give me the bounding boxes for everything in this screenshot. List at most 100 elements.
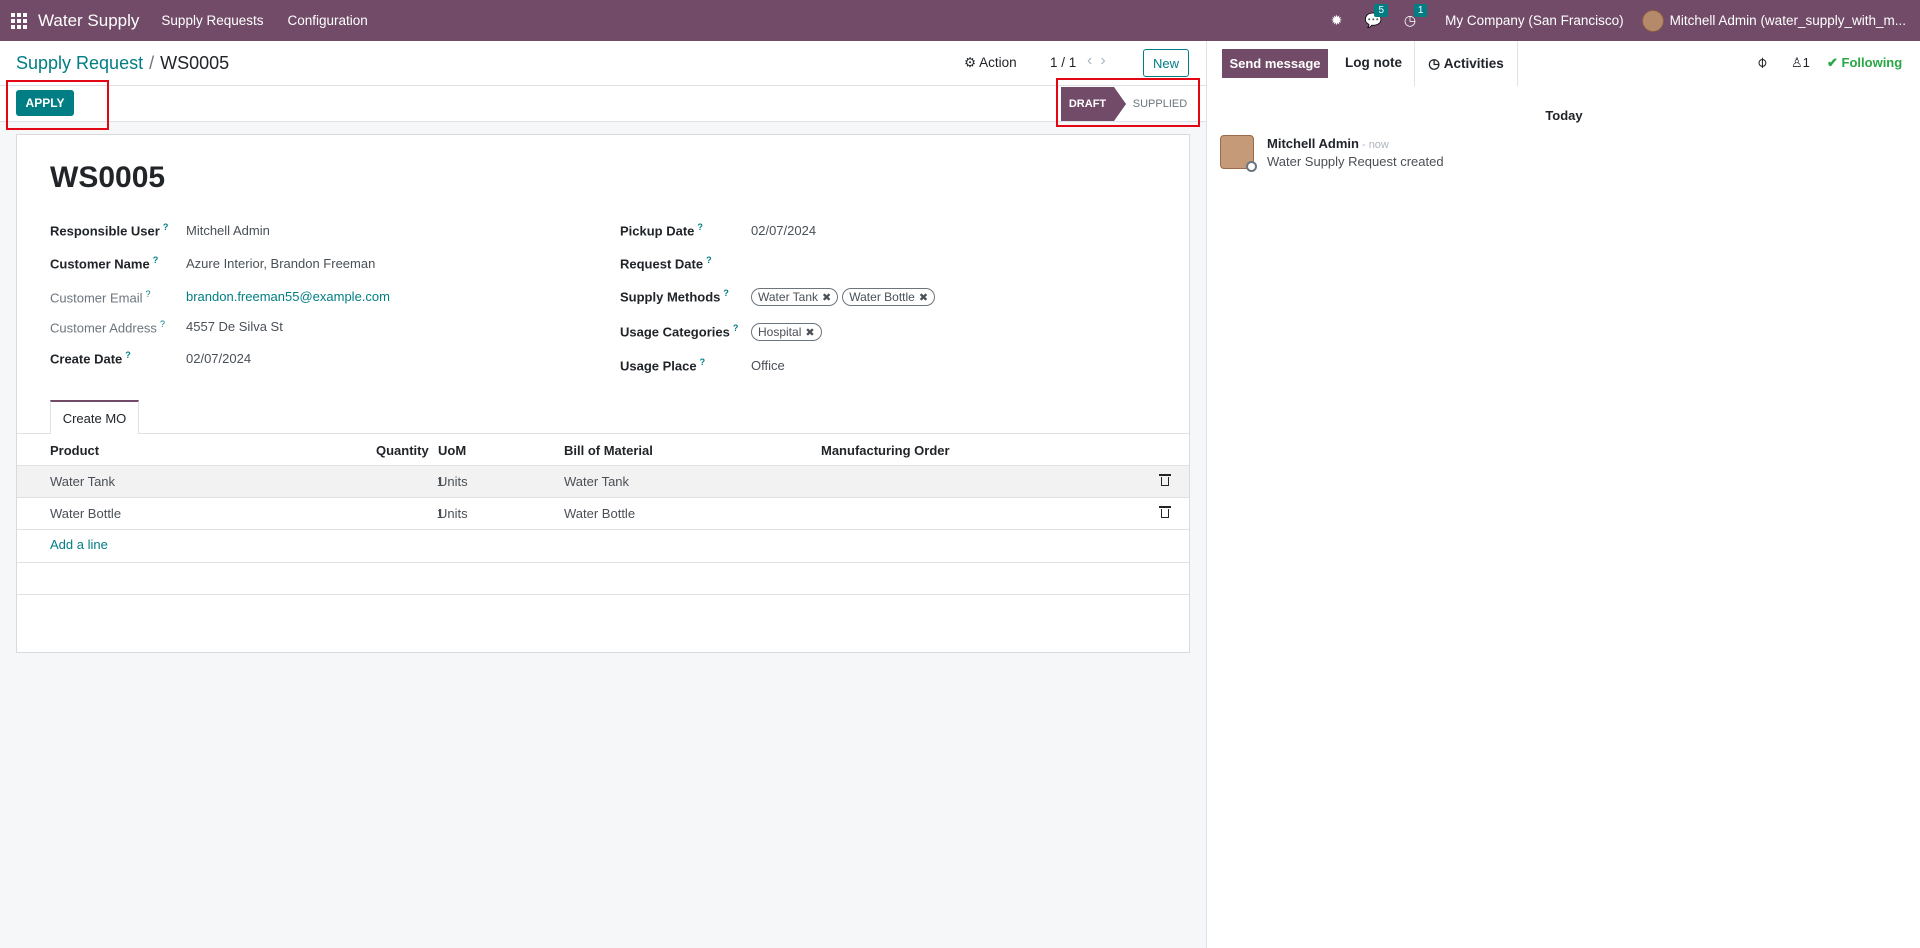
control-panel: Supply Request / WS0005 ⚙ Action 1 / 1 ‹› … — [0, 41, 1206, 86]
label-customer-name: Customer Name? — [50, 255, 159, 272]
field-usage-place[interactable]: Office — [751, 358, 785, 373]
help-icon[interactable]: ? — [160, 319, 165, 329]
label-create-date: Create Date? — [50, 350, 131, 367]
cell-bom: Water Bottle — [564, 506, 636, 521]
status-bar: APPLY — [0, 86, 1206, 122]
breadcrumb: Supply Request / WS0005 — [16, 53, 229, 74]
help-icon[interactable]: ? — [153, 255, 159, 265]
status-dot-icon — [1246, 161, 1257, 172]
help-icon[interactable]: ? — [723, 288, 729, 298]
highlight-box-stages — [1056, 78, 1200, 127]
app-name[interactable]: Water Supply — [38, 11, 139, 31]
apps-menu-icon[interactable] — [0, 0, 38, 41]
trash-icon[interactable] — [1159, 506, 1171, 518]
pager-arrows: ‹› — [1087, 52, 1114, 70]
help-icon[interactable]: ? — [163, 222, 169, 232]
table-row-empty — [17, 562, 1189, 595]
cell-product: Water Bottle — [50, 506, 122, 521]
trash-icon[interactable] — [1159, 474, 1171, 486]
help-icon[interactable]: ? — [700, 357, 706, 367]
field-customer-address[interactable]: 4557 De Silva St — [186, 319, 283, 334]
column-manufacturing-order[interactable]: Manufacturing Order — [821, 443, 950, 458]
breadcrumb-separator: / — [149, 52, 155, 73]
column-bill-of-material[interactable]: Bill of Material — [564, 443, 653, 458]
avatar — [1641, 9, 1664, 32]
user-icon: ♙ — [1791, 55, 1803, 70]
followers-button[interactable]: ♙1 — [1791, 55, 1810, 71]
debug-bug-icon[interactable]: ✹ — [1331, 12, 1343, 29]
help-icon[interactable]: ? — [706, 255, 712, 265]
table-row[interactable]: Water Bottle 1 Units Water Bottle — [17, 497, 1189, 529]
chevron-right-icon[interactable]: › — [1100, 52, 1113, 69]
tab-create-mo[interactable]: Create MO — [50, 400, 139, 434]
remove-tag-icon[interactable]: ✖ — [919, 291, 928, 304]
new-button[interactable]: New — [1143, 49, 1189, 77]
label-pickup-date: Pickup Date? — [620, 222, 703, 239]
tab-divider — [17, 433, 1189, 434]
field-supply-methods[interactable]: Water Tank ✖ Water Bottle ✖ — [751, 288, 939, 306]
user-menu[interactable]: Mitchell Admin (water_supply_with_m... — [1641, 9, 1906, 32]
field-responsible-user[interactable]: Mitchell Admin — [186, 223, 270, 238]
help-icon[interactable]: ? — [733, 323, 739, 333]
following-button[interactable]: ✔ Following — [1827, 55, 1902, 71]
chevron-left-icon[interactable]: ‹ — [1087, 52, 1100, 69]
cell-uom: Units — [438, 474, 468, 489]
pager-value[interactable]: 1 / 1 — [1050, 55, 1076, 70]
form-sheet: WS0005 Responsible User? Mitchell Admin … — [16, 134, 1190, 653]
field-request-date[interactable] — [751, 256, 1051, 272]
avatar[interactable] — [1220, 135, 1257, 172]
messages-icon[interactable]: 💬 5 — [1364, 4, 1388, 29]
cell-uom: Units — [438, 506, 468, 521]
activities-clock-icon[interactable]: ◷ 1 — [1404, 4, 1428, 29]
top-navbar: Water Supply Supply Requests Configurati… — [0, 0, 1920, 41]
chatter-panel: Send message Log note ◷ Activities ⌀ ♙1 … — [1206, 41, 1920, 948]
help-icon[interactable]: ? — [697, 222, 703, 232]
help-icon[interactable]: ? — [125, 350, 131, 360]
field-usage-categories[interactable]: Hospital ✖ — [751, 323, 826, 341]
cell-bom: Water Tank — [564, 474, 630, 489]
author-name[interactable]: Mitchell Admin — [1267, 136, 1359, 151]
chatter-topbar: Send message Log note ◷ Activities ⌀ ♙1 … — [1207, 41, 1920, 86]
field-create-date[interactable]: 02/07/2024 — [186, 351, 251, 366]
tag-water-bottle: Water Bottle ✖ — [842, 288, 936, 306]
field-pickup-date[interactable]: 02/07/2024 — [751, 223, 816, 238]
check-icon: ✔ — [1827, 55, 1838, 70]
send-message-button[interactable]: Send message — [1222, 49, 1328, 78]
clock-icon: ◷ — [1428, 55, 1440, 71]
following-label: Following — [1841, 55, 1903, 70]
action-button[interactable]: ⚙ Action — [964, 55, 1017, 71]
menu-supply-requests[interactable]: Supply Requests — [161, 13, 263, 28]
field-customer-email[interactable]: brandon.freeman55@example.com — [186, 289, 390, 304]
record-name[interactable]: WS0005 — [50, 161, 165, 195]
label-request-date: Request Date? — [620, 255, 712, 272]
field-customer-name[interactable]: Azure Interior, Brandon Freeman — [186, 256, 375, 271]
action-label: Action — [979, 55, 1017, 70]
activities-button[interactable]: ◷ Activities — [1414, 41, 1518, 86]
label-usage-categories: Usage Categories? — [620, 323, 739, 340]
messages-badge: 5 — [1374, 4, 1388, 17]
cell-product: Water Tank — [50, 474, 116, 489]
log-note-button[interactable]: Log note — [1345, 55, 1402, 70]
help-icon[interactable]: ? — [145, 289, 150, 299]
column-quantity[interactable]: Quantity — [376, 443, 429, 458]
tag-water-tank: Water Tank ✖ — [751, 288, 839, 306]
message-author: Mitchell Admin - now — [1267, 136, 1389, 151]
user-name: Mitchell Admin (water_supply_with_m... — [1669, 13, 1906, 28]
activities-badge: 1 — [1413, 4, 1428, 17]
menu-configuration[interactable]: Configuration — [287, 13, 367, 28]
activities-label: Activities — [1443, 56, 1504, 71]
column-product[interactable]: Product — [50, 443, 99, 458]
message-time: - now — [1361, 139, 1389, 151]
breadcrumb-parent[interactable]: Supply Request — [16, 53, 143, 73]
label-usage-place: Usage Place? — [620, 357, 706, 374]
table-row-add — [17, 529, 1189, 561]
column-uom[interactable]: UoM — [438, 443, 466, 458]
paperclip-icon[interactable]: ⌀ — [1752, 52, 1771, 71]
table-row[interactable]: Water Tank 1 Units Water Tank — [17, 465, 1189, 497]
add-a-line-link[interactable]: Add a line — [50, 537, 108, 552]
remove-tag-icon[interactable]: ✖ — [822, 291, 831, 304]
message-body: Water Supply Request created — [1267, 154, 1444, 169]
gear-icon: ⚙ — [964, 55, 977, 70]
company-switcher[interactable]: My Company (San Francisco) — [1445, 13, 1624, 28]
remove-tag-icon[interactable]: ✖ — [805, 326, 814, 339]
